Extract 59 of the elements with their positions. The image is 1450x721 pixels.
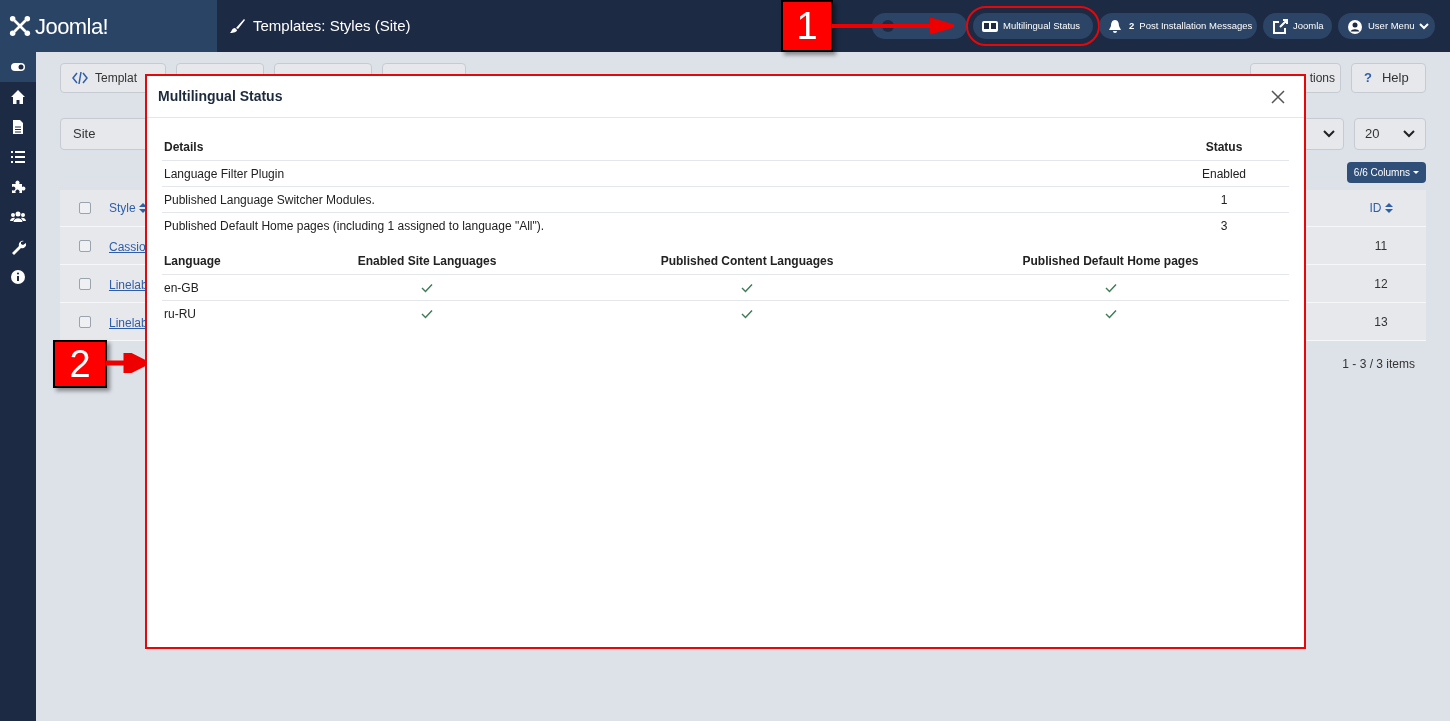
table-cell-text: Enabled xyxy=(1200,165,1247,183)
users-icon xyxy=(10,209,26,225)
column-header: Published Content Languages xyxy=(659,253,835,270)
brush-icon xyxy=(229,18,245,34)
column-header[interactable]: ID xyxy=(1369,199,1382,217)
table-cell-text: 11 xyxy=(1374,237,1388,255)
table-cell-text: 1 xyxy=(1219,191,1229,209)
column-header: Status xyxy=(1204,139,1244,156)
header-button[interactable]: 2 Post Installation Messages xyxy=(1099,13,1257,39)
external-link-icon xyxy=(1272,18,1288,34)
sort-icon xyxy=(1384,203,1393,213)
chevron-down-icon xyxy=(1403,130,1415,138)
table-cell-text: en-GB xyxy=(163,279,200,297)
caret-icon xyxy=(1413,171,1419,174)
file-icon xyxy=(10,119,26,135)
language-icon xyxy=(982,18,998,34)
column-header[interactable]: Style xyxy=(109,199,136,217)
table-cell-text: 3 xyxy=(1219,217,1229,235)
page-title: Templates: Styles (Site) xyxy=(253,15,411,36)
table-cell-text: Published Default Home pages (including 1 assigned to language "All"). xyxy=(163,217,546,235)
callout-badge: 2 xyxy=(53,340,107,388)
close-icon[interactable] xyxy=(1271,89,1285,104)
notification-count: 2 xyxy=(1129,18,1135,33)
logo-icon xyxy=(9,15,31,37)
user-menu-button[interactable]: User Menu xyxy=(1338,13,1435,39)
style-link[interactable]: Cassio xyxy=(109,239,146,254)
help-button[interactable]: ? Help xyxy=(1351,63,1426,93)
user-icon xyxy=(1347,18,1363,34)
table-cell-text: 13 xyxy=(1374,313,1388,331)
table-cell-text: Published Language Switcher Modules. xyxy=(163,191,376,209)
table-cell-text: ru-RU xyxy=(163,305,197,323)
callout-badge: 1 xyxy=(781,0,833,52)
chevron-down-icon xyxy=(1323,130,1335,138)
column-header: Language xyxy=(163,253,222,270)
home-icon xyxy=(10,89,26,105)
table-cell-text: Language Filter Plugin xyxy=(163,165,286,183)
question-mark-icon: ? xyxy=(1364,68,1372,88)
pagination-text: 1 - 3 / 3 items xyxy=(1342,356,1415,373)
info-icon xyxy=(10,269,26,285)
chevron-down-icon xyxy=(1419,22,1430,30)
list-icon xyxy=(10,149,26,165)
columns-button[interactable]: 6/6 Columns xyxy=(1346,162,1426,183)
column-header: Published Default Home pages xyxy=(1021,253,1200,270)
column-header: Details xyxy=(163,139,205,156)
logo-text: Joomla! xyxy=(35,12,109,41)
column-header: Enabled Site Languages xyxy=(356,253,498,270)
checkbox[interactable] xyxy=(78,315,91,328)
wrench-icon xyxy=(10,239,26,255)
checkbox[interactable] xyxy=(78,239,91,252)
sidebar-item[interactable] xyxy=(0,52,36,82)
checkbox[interactable] xyxy=(78,202,91,214)
header-button[interactable]: Joomla xyxy=(1263,13,1332,39)
checkbox[interactable] xyxy=(78,277,91,290)
limit-select[interactable]: 20 xyxy=(1354,118,1426,150)
sort-icon xyxy=(138,203,147,213)
puzzle-icon xyxy=(10,179,26,195)
table-cell-text: 12 xyxy=(1374,275,1388,293)
bell-icon xyxy=(1108,18,1124,34)
code-icon xyxy=(72,71,88,85)
